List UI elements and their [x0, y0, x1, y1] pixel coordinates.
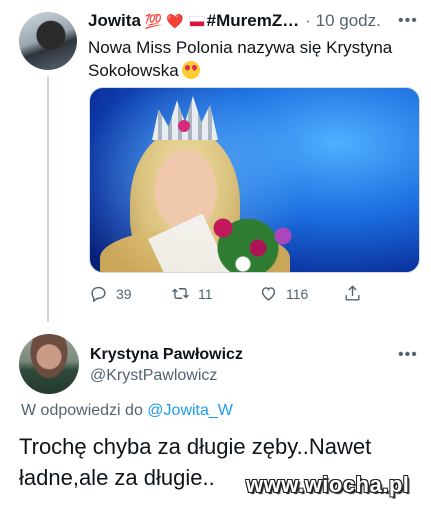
- bouquet-icon: [198, 200, 298, 272]
- share-icon: [345, 285, 360, 301]
- original-tweet[interactable]: Jowita 💯 ❤️ #MuremZ… · 10 godz. ••• Nowa…: [0, 0, 431, 322]
- reply-count: 39: [116, 285, 132, 302]
- tweet-actions: 39 11 116: [89, 284, 389, 306]
- reply-button[interactable]: 39: [89, 284, 132, 303]
- author-handle[interactable]: @KrystPawlowicz: [90, 367, 217, 385]
- like-icon: [261, 287, 276, 301]
- name-hashtag: #MuremZ…: [206, 11, 300, 30]
- author-name[interactable]: Jowita: [88, 11, 141, 31]
- retweet-button[interactable]: 11: [171, 284, 213, 303]
- retweet-count: 11: [198, 285, 213, 302]
- timestamp[interactable]: · 10 godz.: [305, 11, 381, 31]
- like-count: 116: [286, 285, 309, 302]
- tweet-media-image[interactable]: [89, 87, 420, 273]
- replying-to-mention[interactable]: @Jowita_W: [147, 402, 233, 419]
- reply-icon: [91, 286, 106, 303]
- retweet-icon: [172, 288, 189, 299]
- like-button[interactable]: 116: [259, 284, 308, 303]
- name-emojis: 💯 ❤️: [144, 12, 184, 29]
- replying-to: W odpowiedzi do @Jowita_W: [21, 402, 233, 420]
- replying-to-prefix: W odpowiedzi do: [21, 402, 143, 419]
- tweet-header: Jowita 💯 ❤️ #MuremZ… · 10 godz.: [88, 10, 381, 32]
- watermark: www.wiocha.pl: [246, 472, 410, 497]
- avatar[interactable]: [19, 334, 79, 394]
- smiling-hearts-emoji-icon: [181, 61, 200, 79]
- more-icon[interactable]: •••: [398, 12, 418, 30]
- more-icon[interactable]: •••: [398, 346, 418, 364]
- avatar[interactable]: [19, 12, 77, 70]
- crown-gem: [178, 120, 190, 132]
- author-name[interactable]: Krystyna Pawłowicz: [90, 346, 243, 364]
- tweet-text-content: Nowa Miss Polonia nazywa się Krystyna So…: [88, 38, 393, 80]
- flag-icon: [188, 15, 205, 27]
- thread-connector-line: [47, 76, 49, 322]
- tweet-text: Nowa Miss Polonia nazywa się Krystyna So…: [88, 36, 408, 82]
- share-button[interactable]: [343, 284, 370, 303]
